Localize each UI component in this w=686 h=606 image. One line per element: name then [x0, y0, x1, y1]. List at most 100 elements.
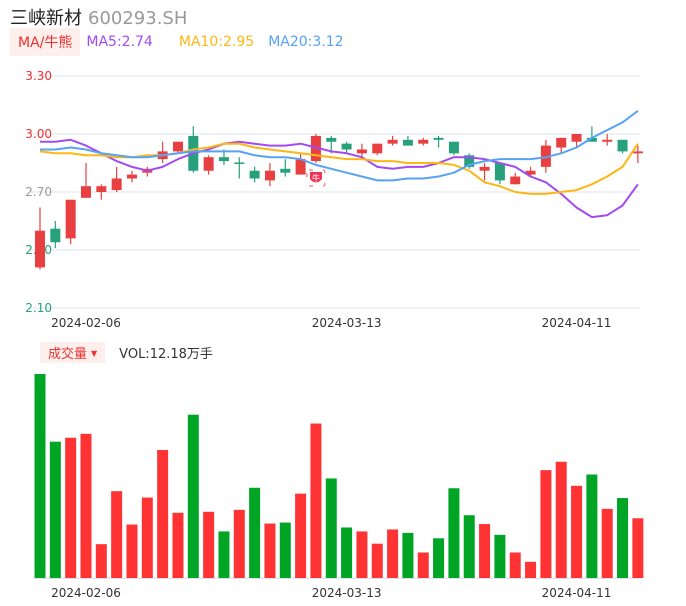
volume-x-tick-label: 2024-04-11	[542, 586, 612, 600]
candle-body	[35, 230, 45, 268]
volume-bar	[448, 488, 460, 578]
candle	[280, 159, 291, 177]
volume-bar	[463, 515, 475, 578]
candle	[494, 163, 505, 185]
candle-body	[280, 168, 291, 173]
candle-body	[50, 228, 61, 243]
y-tick-label: 3.00	[25, 127, 52, 141]
x-tick-label: 2024-04-11	[542, 316, 612, 330]
candle-body	[510, 176, 521, 185]
y-tick-label: 3.30	[25, 69, 52, 83]
candle	[418, 137, 429, 146]
candle-body	[617, 139, 628, 152]
volume-x-tick-label: 2024-03-13	[312, 586, 382, 600]
volume-bar	[141, 497, 153, 578]
candle	[510, 172, 521, 185]
candle-body	[203, 157, 214, 171]
volume-bar	[387, 529, 399, 578]
volume-bar	[540, 470, 552, 578]
candle	[96, 184, 107, 200]
candle-body	[356, 149, 367, 154]
candle-body	[264, 170, 275, 181]
volume-bar	[264, 523, 276, 578]
candle-body	[387, 139, 398, 144]
volume-bar	[218, 531, 230, 578]
stock-chart[interactable]: 3.303.002.702.402.10牛2024-02-062024-03-1…	[0, 0, 686, 606]
candle-body	[249, 170, 260, 179]
candle	[479, 163, 490, 181]
candle	[157, 141, 168, 163]
candle	[80, 163, 91, 198]
candle-body	[602, 139, 613, 142]
candle	[617, 139, 628, 154]
volume-bar	[525, 561, 537, 578]
candle	[249, 166, 260, 183]
candle	[142, 166, 153, 177]
volume-bar	[279, 522, 291, 578]
volume-bar	[111, 491, 123, 578]
candle-body	[556, 137, 567, 148]
volume-bar	[417, 552, 429, 578]
candle	[356, 143, 367, 158]
volume-x-tick-label: 2024-02-06	[51, 586, 121, 600]
y-tick-label: 2.70	[25, 185, 52, 199]
candle	[602, 134, 613, 146]
candle	[295, 153, 306, 175]
volume-bar	[172, 512, 184, 578]
candle-body	[571, 134, 582, 142]
candle-body	[96, 186, 107, 192]
volume-bar	[65, 437, 77, 578]
candle	[264, 163, 275, 187]
candle	[387, 135, 398, 146]
volume-bar	[601, 508, 613, 578]
candle-body	[418, 139, 429, 144]
candle	[433, 135, 444, 148]
volume-bar	[49, 441, 61, 578]
candle	[65, 199, 76, 245]
volume-bar	[203, 511, 215, 578]
volume-bar	[402, 532, 414, 578]
volume-bar	[95, 544, 107, 578]
candle-body	[65, 199, 76, 239]
volume-bar	[233, 509, 245, 578]
candle-body	[433, 137, 444, 140]
volume-bar	[494, 534, 506, 578]
candle-body	[234, 162, 245, 164]
volume-bar	[509, 552, 521, 578]
volume-bar	[126, 524, 138, 578]
candle-body	[402, 139, 413, 146]
candle	[448, 141, 459, 156]
volume-bar	[632, 518, 644, 578]
volume-bar	[249, 487, 261, 578]
candle-body	[448, 141, 459, 154]
volume-bar	[586, 474, 598, 578]
volume-bar	[571, 485, 583, 578]
candle	[111, 166, 122, 192]
volume-bar	[371, 543, 383, 578]
volume-bar	[325, 478, 337, 578]
candle	[402, 135, 413, 146]
volume-bar	[80, 433, 92, 578]
candle-body	[218, 157, 229, 162]
candle-body	[80, 186, 91, 198]
candle-body	[372, 143, 383, 154]
candle-body	[126, 174, 137, 179]
volume-bar	[34, 374, 46, 578]
volume-bar	[157, 450, 169, 578]
candle	[126, 170, 137, 183]
x-tick-label: 2024-03-13	[312, 316, 382, 330]
candle	[372, 143, 383, 156]
volume-bar	[479, 524, 491, 578]
volume-bar	[310, 423, 322, 578]
marker-label: 牛	[312, 173, 320, 183]
volume-bar	[295, 493, 307, 578]
candle-body	[326, 137, 337, 142]
y-tick-label: 2.10	[25, 301, 52, 315]
candle-body	[111, 178, 122, 191]
volume-bar	[433, 538, 445, 578]
volume-bar	[356, 531, 368, 578]
candle-body	[632, 151, 643, 154]
volume-bar	[617, 498, 629, 578]
volume-bar	[187, 414, 199, 578]
volume-bar	[555, 461, 567, 578]
